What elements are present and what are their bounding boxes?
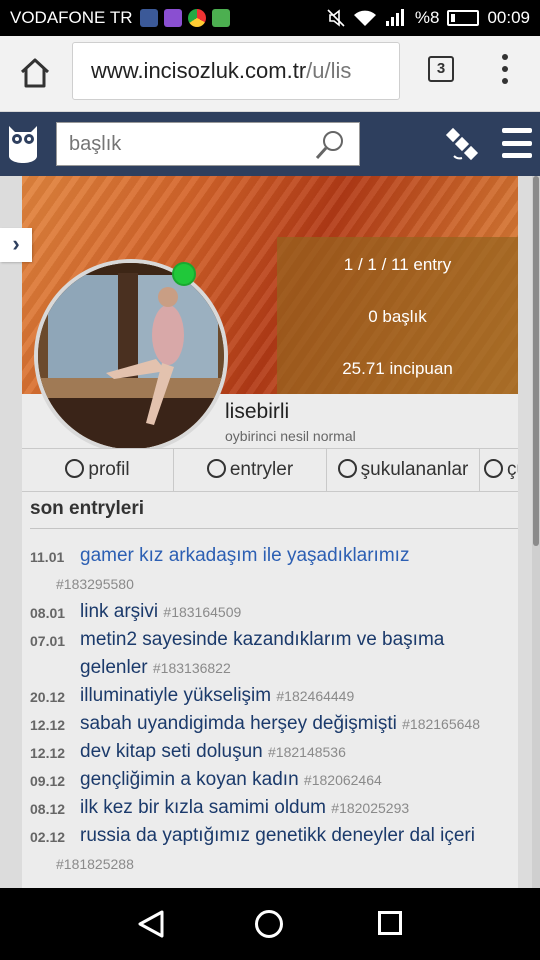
side-panel-toggle[interactable]: › bbox=[0, 228, 32, 262]
profile-card: 1 / 1 / 11 entry 0 başlık 25.71 incipuan bbox=[22, 176, 518, 888]
url-path: /u/lis bbox=[306, 58, 352, 83]
entry-title[interactable]: link arşivi bbox=[80, 601, 158, 622]
address-bar[interactable]: www.incisozluk.com.tr/u/lis bbox=[72, 42, 400, 100]
scrollbar-thumb[interactable] bbox=[533, 176, 539, 546]
tab-profil[interactable]: profil bbox=[22, 449, 174, 491]
entry-id[interactable]: #183164509 bbox=[163, 604, 241, 620]
entry-title[interactable]: sabah uyandigimda herşey değişmişti bbox=[80, 713, 397, 734]
list-item[interactable]: 08.01 link arşivi #183164509 bbox=[30, 598, 516, 626]
topic-count[interactable]: 0 başlık bbox=[277, 307, 518, 327]
search-icon[interactable] bbox=[314, 129, 346, 161]
satellite-icon[interactable] bbox=[444, 126, 482, 164]
entry-count[interactable]: 1 / 1 / 11 entry bbox=[277, 255, 518, 275]
avatar[interactable] bbox=[34, 259, 228, 453]
facebook-icon bbox=[140, 9, 159, 27]
status-bar: VODAFONE TR %8 00:09 bbox=[0, 0, 540, 36]
menu-icon[interactable] bbox=[502, 128, 532, 158]
entry-id[interactable]: #182062464 bbox=[304, 772, 382, 788]
tab-entryler[interactable]: entryler bbox=[174, 449, 327, 491]
back-icon[interactable] bbox=[138, 910, 164, 938]
list-item[interactable]: 12.12 sabah uyandigimda herşey değişmişt… bbox=[30, 710, 516, 738]
battery-icon bbox=[447, 10, 480, 26]
entry-id[interactable]: #182148536 bbox=[268, 744, 346, 760]
entry-id[interactable]: #183136822 bbox=[153, 660, 231, 676]
scrollbar[interactable] bbox=[532, 176, 540, 888]
chrome-icon bbox=[188, 9, 207, 27]
tab-sukulananlar[interactable]: şukulananlar bbox=[327, 449, 480, 491]
profile-stats: 1 / 1 / 11 entry 0 başlık 25.71 incipuan bbox=[277, 237, 518, 394]
divider bbox=[30, 528, 518, 529]
system-nav-bar bbox=[0, 888, 540, 960]
section-title: son entryleri bbox=[30, 498, 145, 519]
home-nav-icon[interactable] bbox=[255, 910, 283, 938]
entry-title[interactable]: illuminatiyle yükselişim bbox=[80, 685, 271, 706]
entry-id[interactable]: #182025293 bbox=[331, 800, 409, 816]
clock: 00:09 bbox=[487, 8, 530, 27]
browser-menu-icon[interactable] bbox=[500, 54, 510, 84]
tab-switcher-button[interactable]: 3 bbox=[428, 56, 454, 82]
owl-logo-icon[interactable] bbox=[6, 122, 40, 164]
list-item[interactable]: 02.12 russia da yaptığımız genetikk dene… bbox=[30, 822, 516, 878]
store-icon bbox=[212, 9, 231, 27]
user-rank: oybirinci nesil normal bbox=[225, 428, 356, 444]
online-status-indicator bbox=[172, 262, 196, 286]
list-item[interactable]: 09.12 gençliğimin a koyan kadın #1820624… bbox=[30, 766, 516, 794]
battery-percent: %8 bbox=[414, 8, 440, 27]
entry-title[interactable]: ilk kez bir kızla samimi oldum bbox=[80, 797, 326, 818]
entry-id[interactable]: #182165648 bbox=[402, 716, 480, 732]
url-host: www.incisozluk.com.tr bbox=[91, 58, 307, 83]
smile-face-icon bbox=[206, 459, 226, 478]
profile-tabs: profil entryler şukulananlar çükülenenle… bbox=[22, 448, 518, 492]
entry-id[interactable]: #181825288 bbox=[56, 856, 134, 872]
entry-title[interactable]: metin2 sayesinde kazandıklarım ve başıma… bbox=[80, 629, 444, 678]
entry-title[interactable]: russia da yaptığımız genetikk deneyler d… bbox=[80, 825, 475, 846]
sad-face-icon bbox=[484, 459, 503, 478]
browser-toolbar: www.incisozluk.com.tr/u/lis 3 bbox=[0, 36, 540, 112]
smile-face-icon bbox=[337, 459, 357, 478]
home-icon[interactable] bbox=[18, 56, 52, 90]
page-content: › 1 / 1 / 11 entry 0 başlık 25.71 incipu… bbox=[0, 176, 540, 888]
carrier-name: VODAFONE TR bbox=[10, 8, 133, 27]
entry-list: 11.01 gamer kız arkadaşım ile yaşadıklar… bbox=[30, 542, 516, 878]
entry-id[interactable]: #182464449 bbox=[276, 688, 354, 704]
list-item[interactable]: 07.01 metin2 sayesinde kazandıklarım ve … bbox=[30, 626, 516, 682]
points: 25.71 incipuan bbox=[342, 359, 453, 378]
gallery-icon bbox=[164, 9, 183, 27]
list-item[interactable]: 11.01 gamer kız arkadaşım ile yaşadıklar… bbox=[30, 542, 516, 598]
entry-title[interactable]: gençliğimin a koyan kadın bbox=[80, 769, 299, 790]
cool-face-icon bbox=[65, 459, 85, 478]
entry-title[interactable]: dev kitap seti doluşun bbox=[80, 741, 263, 762]
signal-icon bbox=[385, 9, 404, 26]
entry-id[interactable]: #183295580 bbox=[56, 576, 134, 592]
tab-cukulenenler[interactable]: çükülenenler bbox=[480, 449, 518, 491]
avatar-photo bbox=[38, 263, 224, 449]
list-item[interactable]: 20.12 illuminatiyle yükselişim #18246444… bbox=[30, 682, 516, 710]
username: lisebirli bbox=[225, 400, 290, 423]
site-header bbox=[0, 112, 540, 176]
list-item[interactable]: 12.12 dev kitap seti doluşun #182148536 bbox=[30, 738, 516, 766]
wifi-icon bbox=[353, 10, 376, 26]
recent-apps-icon[interactable] bbox=[378, 911, 402, 935]
list-item[interactable]: 08.12 ilk kez bir kızla samimi oldum #18… bbox=[30, 794, 516, 822]
entry-title[interactable]: gamer kız arkadaşım ile yaşadıklarımız bbox=[80, 545, 409, 566]
mute-icon bbox=[327, 9, 345, 27]
